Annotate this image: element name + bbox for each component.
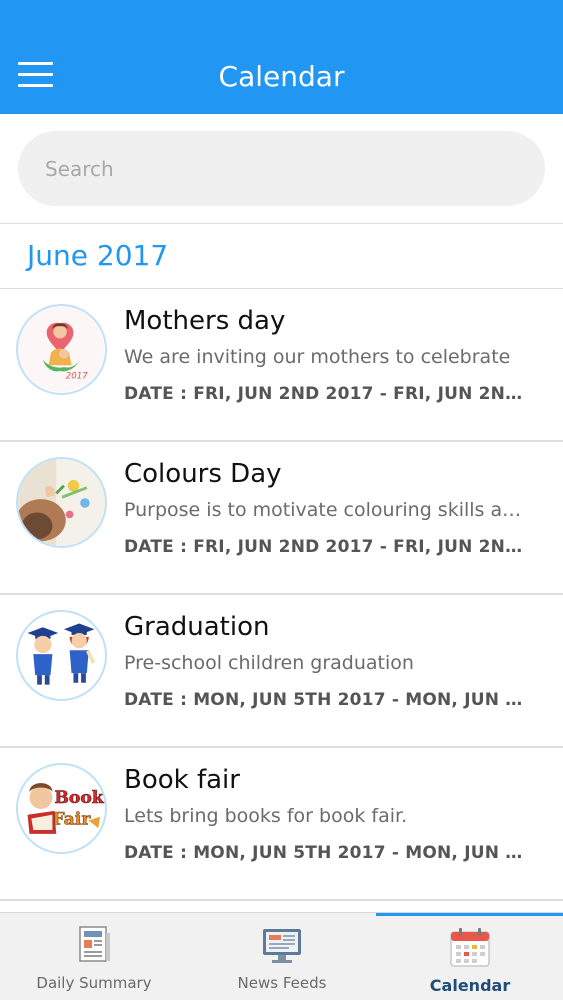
bottom-navigation: Daily Summary News Feeds Calendar	[0, 912, 563, 1000]
colours-day-image	[16, 457, 107, 548]
event-title: Graduation	[124, 612, 270, 642]
event-date: DATE : MON, JUN 5TH 2017 - MON, JUN 5TH …	[124, 690, 534, 710]
nav-item-calendar[interactable]: Calendar	[376, 913, 563, 1000]
search-input[interactable]	[18, 131, 545, 206]
event-title: Book fair	[124, 765, 240, 795]
event-title: Mothers day	[124, 306, 286, 336]
month-section-header: June 2017	[0, 224, 563, 289]
search-bar	[0, 114, 563, 224]
event-list-item[interactable]: 2017 Mothers day We are inviting our mot…	[0, 289, 563, 442]
calendar-icon	[448, 926, 492, 970]
event-description: We are inviting our mothers to celebrate	[124, 346, 511, 368]
nav-label: Daily Summary	[36, 974, 152, 992]
book-fair-image: Book Fair	[16, 763, 107, 854]
newspaper-icon	[72, 923, 116, 967]
event-list-item[interactable]: Colours Day Purpose is to motivate colou…	[0, 442, 563, 595]
svg-text:Book: Book	[54, 788, 104, 808]
event-description: Pre-school children graduation	[124, 652, 414, 674]
app-bar: Calendar	[0, 0, 563, 114]
nav-item-news-feeds[interactable]: News Feeds	[188, 913, 376, 1000]
mothers-day-image: 2017	[16, 304, 107, 395]
graduation-image	[16, 610, 107, 701]
event-date: DATE : FRI, JUN 2ND 2017 - FRI, JUN 2ND …	[124, 384, 534, 404]
monitor-icon	[260, 923, 304, 967]
event-list-item[interactable]: Graduation Pre-school children graduatio…	[0, 595, 563, 748]
event-description: Purpose is to motivate colouring skills …	[124, 499, 534, 521]
nav-item-daily-summary[interactable]: Daily Summary	[0, 913, 188, 1000]
event-date: DATE : MON, JUN 5TH 2017 - MON, JUN 5TH …	[124, 843, 534, 863]
event-title: Colours Day	[124, 459, 282, 489]
page-title: Calendar	[218, 60, 345, 93]
nav-label: Calendar	[429, 976, 511, 995]
svg-text:2017: 2017	[66, 372, 88, 382]
month-label: June 2017	[27, 239, 169, 272]
event-date: DATE : FRI, JUN 2ND 2017 - FRI, JUN 2ND …	[124, 537, 534, 557]
event-description: Lets bring books for book fair.	[124, 805, 408, 827]
event-list-item[interactable]: Book Fair Book fair Lets bring books for…	[0, 748, 563, 901]
svg-text:Fair: Fair	[52, 809, 91, 829]
nav-label: News Feeds	[237, 974, 327, 992]
